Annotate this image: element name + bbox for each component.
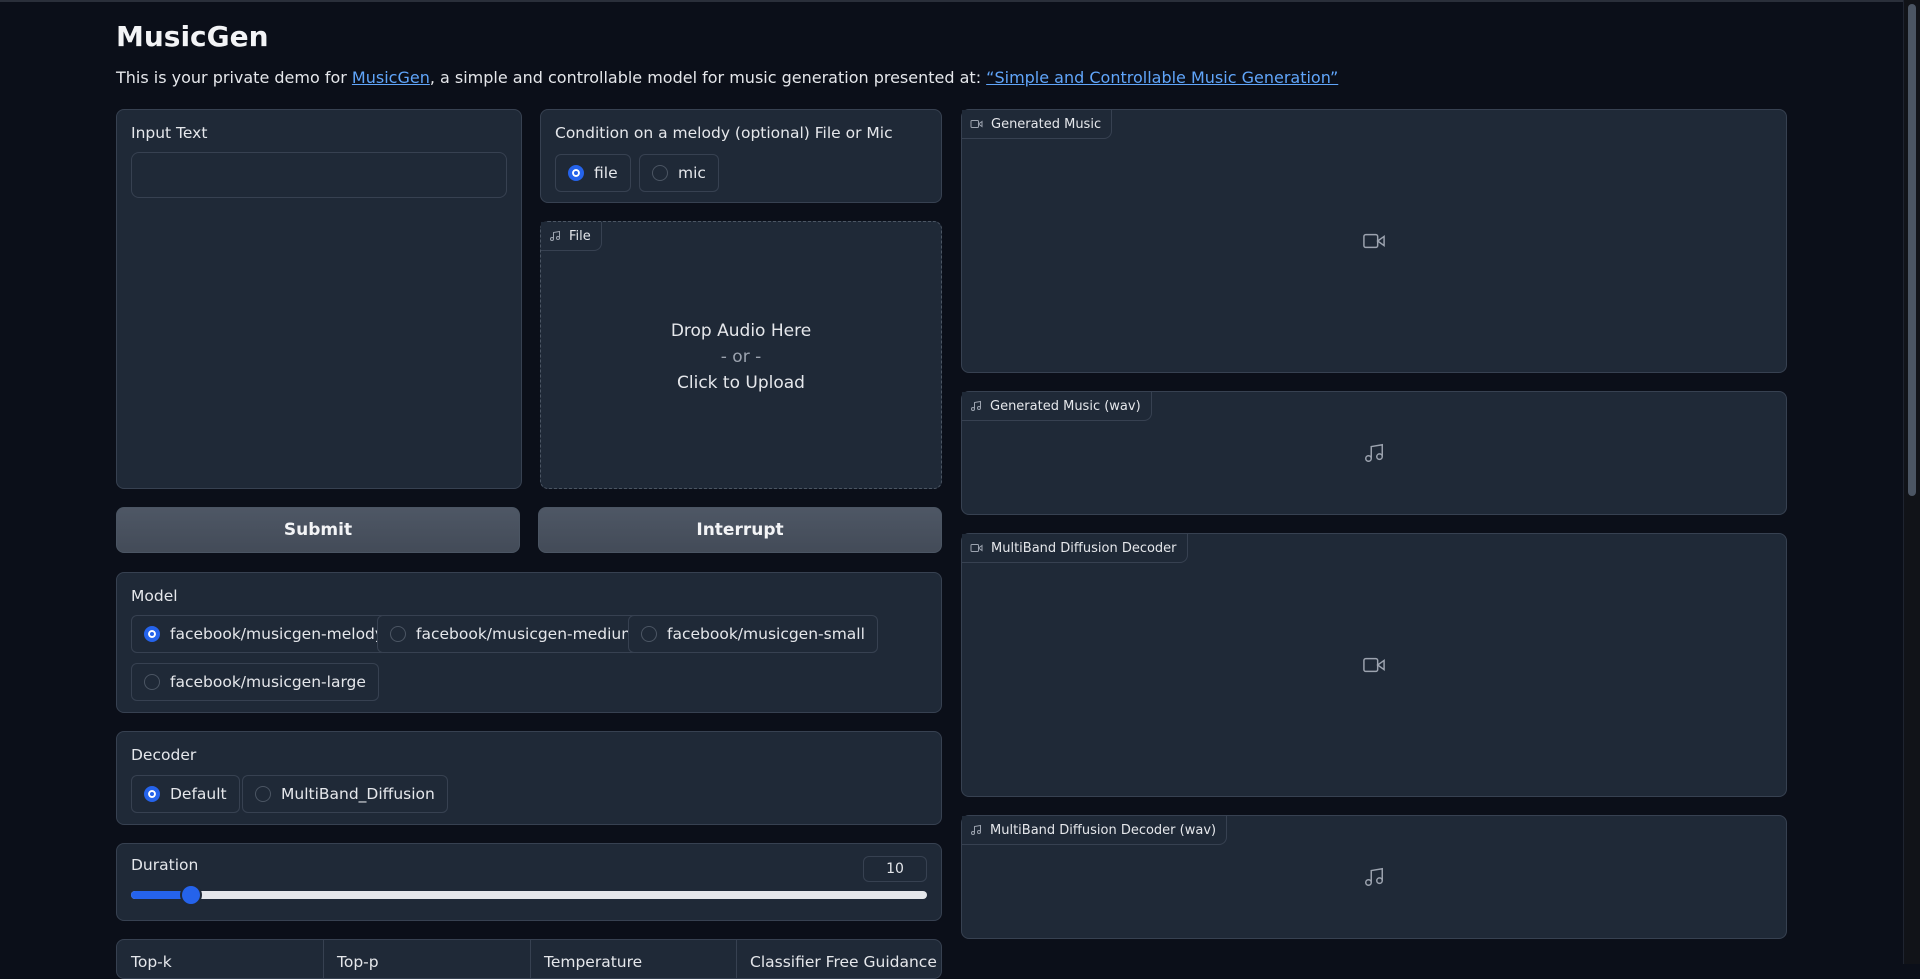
cfg-label: Classifier Free Guidance xyxy=(750,953,937,971)
melody-radio-mic[interactable]: mic xyxy=(639,154,719,192)
radio-selected-indicator xyxy=(144,626,160,642)
description-middle: , a simple and controllable model for mu… xyxy=(429,68,987,87)
video-camera-icon xyxy=(1363,657,1385,673)
page-description: This is your private demo for MusicGen, … xyxy=(116,68,1338,87)
model-radio-medium-label: facebook/musicgen-medium xyxy=(416,625,637,643)
model-radio-melody-label: facebook/musicgen-melody xyxy=(170,625,385,643)
decoder-radio-multiband-label: MultiBand_Diffusion xyxy=(281,785,435,803)
model-radio-medium[interactable]: facebook/musicgen-medium xyxy=(377,615,650,653)
upload-instructions: Drop Audio Here - or - Click to Upload xyxy=(541,318,941,396)
generated-music-tag: Generated Music xyxy=(962,110,1113,139)
music-note-icon xyxy=(1365,867,1383,886)
decoder-radio-default[interactable]: Default xyxy=(131,775,240,813)
duration-number-input[interactable]: 10 xyxy=(863,856,927,882)
input-text-field[interactable] xyxy=(131,152,507,198)
radio-selected-indicator xyxy=(144,786,160,802)
model-radio-large-label: facebook/musicgen-large xyxy=(170,673,366,691)
musicgen-link[interactable]: MusicGen xyxy=(352,68,430,87)
description-prefix: This is your private demo for xyxy=(116,68,352,87)
model-radio-melody[interactable]: facebook/musicgen-melody xyxy=(131,615,398,653)
window-frame xyxy=(0,0,1920,2)
generated-music-wav-output: Generated Music (wav) xyxy=(961,391,1787,515)
generated-music-label: Generated Music xyxy=(991,116,1102,132)
top-k-label: Top-k xyxy=(131,953,172,971)
click-to-upload-text: Click to Upload xyxy=(677,373,805,393)
decoder-block: Decoder Default MultiBand_Diffusion xyxy=(116,731,942,825)
model-radio-large[interactable]: facebook/musicgen-large xyxy=(131,663,379,701)
or-text: - or - xyxy=(720,347,762,367)
radio-indicator xyxy=(144,674,160,690)
model-label: Model xyxy=(131,587,178,605)
melody-radio-file[interactable]: file xyxy=(555,154,631,192)
interrupt-button[interactable]: Interrupt xyxy=(538,507,942,553)
input-text-label: Input Text xyxy=(131,124,208,142)
radio-indicator xyxy=(255,786,271,802)
radio-indicator xyxy=(652,165,668,181)
radio-selected-indicator xyxy=(568,165,584,181)
submit-button[interactable]: Submit xyxy=(116,507,520,553)
audio-upload-dropzone[interactable]: File Drop Audio Here - or - Click to Upl… xyxy=(540,221,942,489)
column-divider xyxy=(530,940,531,978)
generated-music-output: Generated Music xyxy=(961,109,1787,373)
duration-slider[interactable] xyxy=(131,886,927,904)
music-note-icon xyxy=(971,400,981,411)
file-tag-label: File xyxy=(569,228,591,244)
mbd-label: MultiBand Diffusion Decoder xyxy=(991,540,1177,556)
temperature-label: Temperature xyxy=(544,953,643,971)
sampling-params-block: Top-k Top-p Temperature Classifier Free … xyxy=(116,939,942,979)
radio-indicator xyxy=(641,626,657,642)
model-radio-small[interactable]: facebook/musicgen-small xyxy=(628,615,878,653)
video-camera-icon xyxy=(970,120,983,128)
paper-link[interactable]: “Simple and Controllable Music Generatio… xyxy=(986,68,1338,87)
melody-radio-file-label: file xyxy=(594,164,618,182)
column-divider xyxy=(323,940,324,978)
decoder-radio-default-label: Default xyxy=(170,785,227,803)
file-tag: File xyxy=(541,222,602,251)
melody-condition-label: Condition on a melody (optional) File or… xyxy=(555,124,893,142)
column-divider xyxy=(736,940,737,978)
melody-condition-block: Condition on a melody (optional) File or… xyxy=(540,109,942,203)
input-text-block: Input Text xyxy=(116,109,522,489)
music-note-icon xyxy=(550,230,560,241)
music-note-icon xyxy=(1365,443,1383,462)
mbd-wav-label: MultiBand Diffusion Decoder (wav) xyxy=(990,822,1217,838)
page-title: MusicGen xyxy=(116,20,269,53)
music-note-icon xyxy=(971,824,981,835)
mbd-wav-tag: MultiBand Diffusion Decoder (wav) xyxy=(962,816,1228,845)
duration-slider-thumb[interactable] xyxy=(182,886,201,904)
mbd-tag: MultiBand Diffusion Decoder xyxy=(962,534,1188,563)
decoder-radio-multiband[interactable]: MultiBand_Diffusion xyxy=(242,775,448,813)
model-radio-small-label: facebook/musicgen-small xyxy=(667,625,865,643)
drop-audio-text: Drop Audio Here xyxy=(670,321,812,341)
model-block: Model facebook/musicgen-melody facebook/… xyxy=(116,572,942,713)
generated-music-wav-label: Generated Music (wav) xyxy=(990,398,1141,414)
duration-block: Duration 10 xyxy=(116,843,942,921)
mbd-wav-output: MultiBand Diffusion Decoder (wav) xyxy=(961,815,1787,939)
duration-label: Duration xyxy=(131,856,199,874)
radio-indicator xyxy=(390,626,406,642)
video-camera-icon xyxy=(1363,233,1385,249)
scrollbar-thumb[interactable] xyxy=(1908,4,1916,496)
page-scrollbar[interactable] xyxy=(1903,0,1920,964)
generated-music-wav-tag: Generated Music (wav) xyxy=(962,392,1152,421)
mbd-output: MultiBand Diffusion Decoder xyxy=(961,533,1787,797)
decoder-label: Decoder xyxy=(131,746,197,764)
melody-radio-mic-label: mic xyxy=(678,164,706,182)
top-p-label: Top-p xyxy=(337,953,379,971)
video-camera-icon xyxy=(970,544,983,552)
